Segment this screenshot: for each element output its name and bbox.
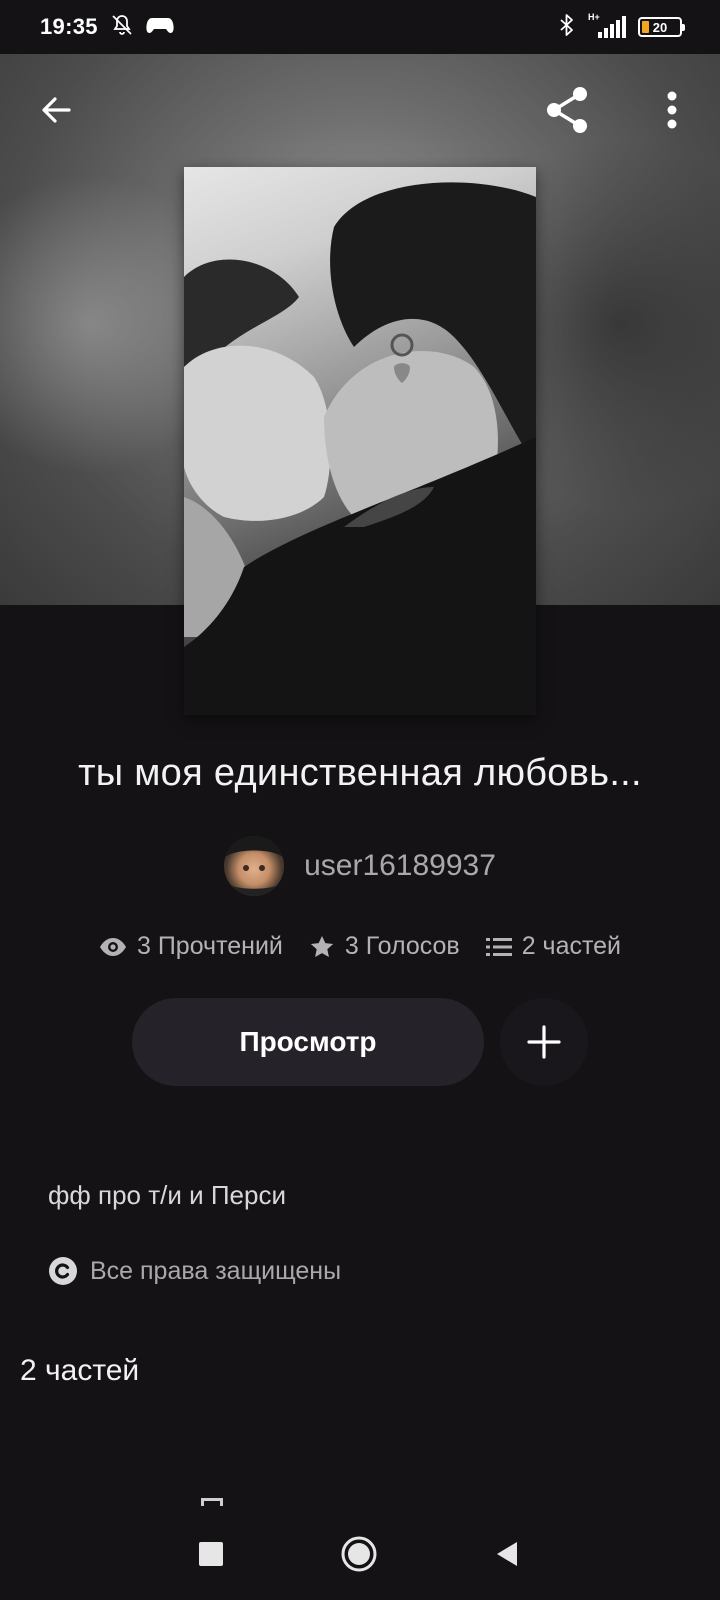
- votes-count: 3 Голосов: [344, 932, 460, 960]
- parts-count: 2 частей: [521, 932, 622, 960]
- mute-bell-icon: [110, 13, 134, 42]
- more-vertical-icon: [667, 91, 677, 129]
- reads-count: 3 Прочтений: [136, 932, 283, 960]
- list-icon: [485, 937, 512, 956]
- gamepad-icon: [146, 14, 174, 41]
- story-actions: Просмотр: [0, 998, 720, 1088]
- recents-square-icon: [199, 1542, 223, 1566]
- eye-icon: [99, 937, 126, 956]
- story-stats: 3 Прочтений 3 Голосов 2 частей: [0, 932, 720, 961]
- votes-stat: 3 Голосов: [309, 932, 460, 961]
- star-icon: [310, 935, 334, 957]
- battery-level: 20: [652, 19, 668, 35]
- plus-icon: [527, 1025, 561, 1059]
- copyright-notice: Все права защищены: [48, 1256, 341, 1286]
- home-button[interactable]: [331, 1526, 387, 1582]
- share-icon: [547, 87, 587, 133]
- story-details-screen: 19:35 H+ 20 ты моя единственная любовь..…: [0, 0, 720, 1600]
- avatar: [224, 836, 285, 896]
- arrow-left-icon: [42, 97, 71, 123]
- story-cover-image[interactable]: [184, 167, 536, 715]
- copyright-icon: [49, 1257, 77, 1285]
- back-button[interactable]: [28, 82, 84, 138]
- author-name: user16189937: [304, 849, 496, 882]
- add-to-library-button[interactable]: [500, 998, 588, 1086]
- system-nav-bar: [0, 1508, 720, 1600]
- status-bar: 19:35 H+ 20: [0, 0, 720, 54]
- copyright-text: Все права защищены: [90, 1256, 342, 1285]
- signal-icon: H+: [586, 12, 628, 40]
- reads-stat: 3 Прочтений: [99, 932, 283, 961]
- recents-button[interactable]: [183, 1526, 239, 1582]
- home-circle-icon: [341, 1536, 377, 1572]
- read-button[interactable]: Просмотр: [132, 998, 484, 1086]
- story-description: фф про т/и и Перси: [48, 1180, 286, 1210]
- back-triangle-icon: [497, 1542, 517, 1566]
- part-list-edge: [201, 1498, 223, 1506]
- status-time: 19:35: [40, 14, 98, 39]
- share-button[interactable]: [540, 82, 596, 138]
- battery-icon: 20: [638, 17, 685, 37]
- more-options-button[interactable]: [644, 82, 700, 138]
- system-back-button[interactable]: [479, 1526, 535, 1582]
- parts-stat: 2 частей: [485, 932, 622, 961]
- parts-heading: 2 частей: [20, 1354, 140, 1387]
- bluetooth-icon: [558, 13, 576, 42]
- author-link[interactable]: user16189937: [0, 836, 720, 896]
- story-title: ты моя единственная любовь...: [78, 752, 642, 794]
